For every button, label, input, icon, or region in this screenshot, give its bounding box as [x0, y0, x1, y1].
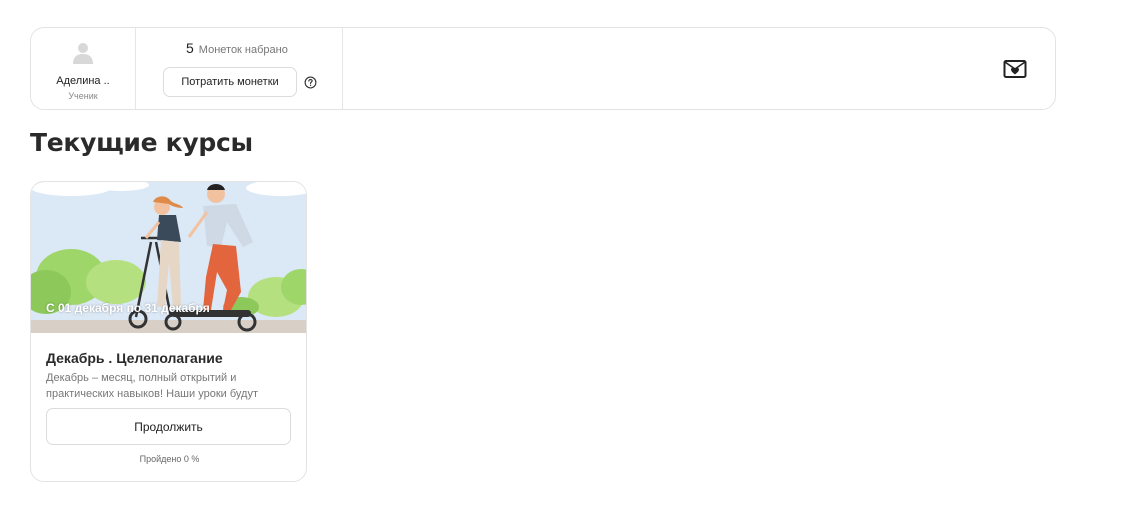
spend-row: Потратить монетки: [163, 67, 342, 97]
question-circle-icon[interactable]: [304, 76, 317, 89]
profile-role: Ученик: [68, 91, 98, 101]
continue-button[interactable]: Продолжить: [46, 408, 291, 445]
profile-block[interactable]: Аделина .. Ученик: [31, 28, 136, 109]
coins-block: 5 Монеток набрано Потратить монетки: [136, 28, 343, 109]
section-title: Текущие курсы: [30, 128, 253, 157]
top-bar: Аделина .. Ученик 5 Монеток набрано Потр…: [30, 27, 1056, 110]
course-title: Декабрь . Целеполагание: [46, 350, 223, 366]
coins-summary: 5 Монеток набрано: [186, 40, 342, 60]
coins-count: 5: [186, 40, 194, 56]
course-card[interactable]: С 01 декабря по 31 декабря Декабрь . Цел…: [30, 181, 307, 482]
course-description: Декабрь – месяц, полный открытий и практ…: [46, 372, 258, 400]
user-silhouette-icon: [73, 43, 93, 64]
profile-name: Аделина ..: [56, 75, 110, 87]
course-cover-image: С 01 декабря по 31 декабря: [31, 182, 306, 333]
course-progress: Пройдено 0 %: [139, 454, 200, 464]
spend-coins-button[interactable]: Потратить монетки: [163, 67, 297, 97]
envelope-heart-icon[interactable]: [1003, 59, 1027, 79]
course-dates: С 01 декабря по 31 декабря: [46, 301, 210, 315]
coins-label: Монеток набрано: [198, 44, 288, 56]
